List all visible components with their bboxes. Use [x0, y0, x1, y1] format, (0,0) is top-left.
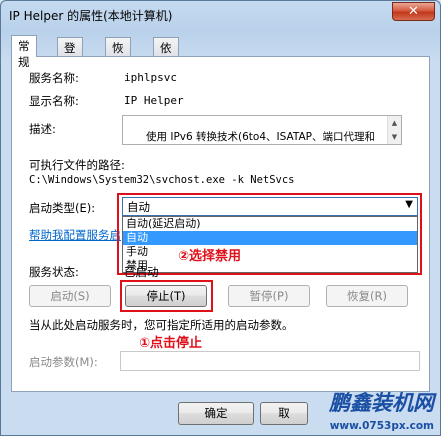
start-params-hint: 当从此处启动服务时，您可指定所适用的启动参数。	[29, 318, 294, 332]
ok-button[interactable]: 确定	[178, 402, 254, 425]
watermark-url: www.0753px.com	[329, 420, 434, 432]
tab-general[interactable]: 常规	[11, 35, 37, 69]
resume-button[interactable]: 恢复(R)	[326, 285, 408, 307]
description-label: 描述:	[29, 122, 56, 136]
path-value: C:\Windows\System32\svchost.exe -k NetSv…	[29, 174, 295, 186]
help-configure-link[interactable]: 帮助我配置服务启	[29, 227, 121, 243]
tab-dependencies[interactable]: 依存关系	[153, 37, 179, 103]
annotation-select-disable: ②选择禁用	[178, 249, 242, 264]
description-scrollbar[interactable]: ▲ ▼	[387, 116, 401, 144]
title-bar[interactable]: IP Helper 的属性(本地计算机) ✕	[1, 1, 440, 29]
cancel-button[interactable]: 取	[260, 402, 308, 425]
window-title: IP Helper 的属性(本地计算机)	[9, 9, 173, 23]
stop-highlight-box	[120, 280, 213, 312]
close-icon: ✕	[408, 4, 419, 19]
service-name-label: 服务名称:	[29, 71, 79, 85]
select-highlight-box	[117, 193, 422, 275]
annotation-click-stop: ①点击停止	[139, 336, 203, 351]
general-panel: 服务名称: iphlpsvc 显示名称: IP Helper 描述: 使用 IP…	[11, 56, 430, 392]
display-name-value: IP Helper	[124, 94, 184, 107]
service-name-value: iphlpsvc	[124, 71, 177, 84]
pause-button[interactable]: 暂停(P)	[228, 285, 310, 307]
start-params-input[interactable]	[120, 351, 420, 371]
properties-window: IP Helper 的属性(本地计算机) ✕ 常规 登录 恢复 依存关系 服务名…	[0, 0, 441, 436]
description-text: 使用 IPv6 转换技术(6to4、ISATAP、端口代理和 Teredo)和 …	[146, 131, 375, 143]
description-box[interactable]: 使用 IPv6 转换技术(6to4、ISATAP、端口代理和 Teredo)和 …	[122, 115, 402, 145]
watermark-logo: 鹏鑫装机网	[329, 391, 434, 415]
status-label: 服务状态:	[29, 265, 79, 279]
startup-type-label: 启动类型(E):	[29, 201, 96, 215]
status-value: 已启动	[124, 265, 159, 279]
start-button[interactable]: 启动(S)	[29, 285, 111, 307]
path-label: 可执行文件的路径:	[29, 158, 125, 172]
tab-recovery[interactable]: 恢复	[105, 37, 131, 71]
start-params-label: 启动参数(M):	[29, 355, 98, 369]
tab-logon[interactable]: 登录	[57, 37, 83, 71]
display-name-label: 显示名称:	[29, 94, 79, 108]
close-button[interactable]: ✕	[392, 2, 435, 21]
